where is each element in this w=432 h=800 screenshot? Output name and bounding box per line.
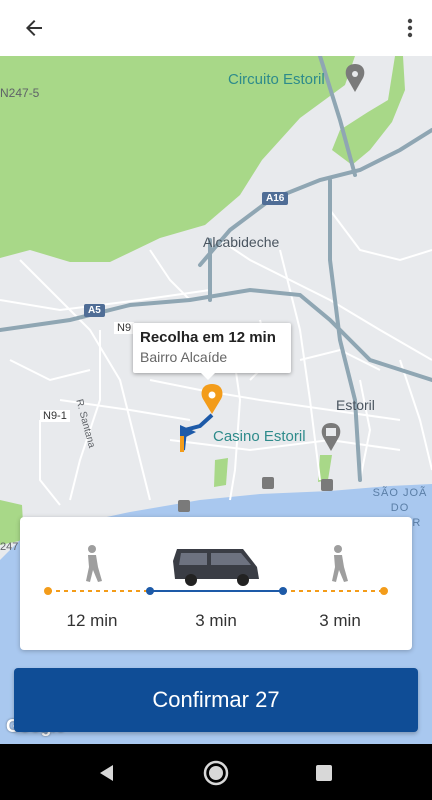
confirm-button[interactable]: Confirmar 27: [14, 668, 418, 732]
nav-recents-icon: [316, 765, 332, 781]
app-bar: [0, 0, 432, 56]
overflow-menu-button[interactable]: [398, 8, 422, 48]
pedestrian-icon: [332, 545, 348, 582]
pickup-callout[interactable]: Recolha em 12 min Bairro Alcaíde: [133, 323, 291, 380]
pedestrian-icon: [86, 545, 102, 582]
poi-label-casino-estoril[interactable]: Casino Estoril: [213, 428, 306, 445]
road-label-n247-5: N247-5: [0, 86, 40, 100]
more-vert-icon: [407, 18, 413, 38]
segment-time-walk-end: 3 min: [319, 611, 361, 630]
nav-recents-button[interactable]: [309, 758, 339, 788]
callout-title: Recolha em 12 min: [140, 329, 276, 346]
callout-subtitle: Bairro Alcaíde: [140, 349, 228, 365]
sao-joao-line1: SÃO JOÃ: [372, 487, 428, 499]
road-label-247: 247: [0, 541, 19, 553]
poi-label-circuito-estoril[interactable]: Circuito Estoril: [228, 71, 325, 88]
nav-home-icon: [203, 760, 229, 786]
trip-summary-card: 12 min 3 min 3 min: [20, 517, 412, 650]
nav-home-button[interactable]: [201, 758, 231, 788]
segment-time-walk-start: 12 min: [66, 611, 118, 630]
road-shield-a16: A16: [262, 192, 289, 205]
road-label-n9: N9: [114, 322, 135, 334]
nav-back-icon: [100, 765, 113, 781]
minivan-icon: [173, 549, 259, 586]
road-label-n9-1: N9-1: [40, 410, 70, 422]
back-button[interactable]: [12, 8, 56, 48]
system-nav-bar: [0, 744, 432, 800]
arrow-left-icon: [26, 20, 42, 36]
segment-time-ride: 3 min: [195, 611, 237, 630]
nav-back-button[interactable]: [92, 758, 122, 788]
road-shield-a5: A5: [84, 304, 105, 317]
trip-timeline: [44, 545, 388, 595]
place-label-estoril: Estoril: [336, 397, 375, 413]
place-label-alcabideche: Alcabideche: [203, 234, 280, 250]
